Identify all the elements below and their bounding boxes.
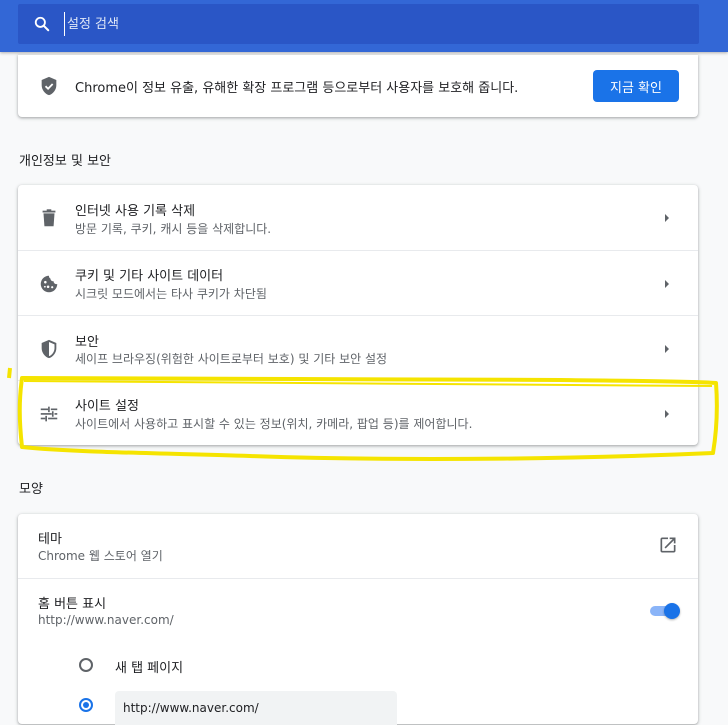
chevron-right-icon [665,345,669,353]
row-title: 보안 [75,335,99,350]
search-box[interactable] [18,4,699,44]
radio-label: 새 탭 페이지 [115,661,184,676]
appearance-card: 테마 Chrome 웹 스토어 열기 홈 버튼 표시 http://www.na… [18,514,698,725]
row-title: 인터넷 사용 기록 삭제 [75,204,196,219]
row-subtitle: 세이프 브라우징(위험한 사이트로부터 보호) 및 기타 보안 설정 [75,352,388,366]
security-row[interactable]: 보안 세이프 브라우징(위험한 사이트로부터 보호) 및 기타 보안 설정 [18,315,698,381]
clear-browsing-data-row[interactable]: 인터넷 사용 기록 삭제 방문 기록, 쿠키, 캐시 등을 삭제합니다. [18,185,698,250]
search-input[interactable] [64,12,667,36]
safety-check-text: Chrome이 정보 유출, 유해한 확장 프로그램 등으로부터 사용자를 보호… [75,81,519,96]
chevron-right-icon [665,214,669,222]
home-url-input[interactable]: http://www.naver.com/ [115,691,397,725]
verified-shield-icon [41,76,57,96]
row-subtitle: 시크릿 모드에서는 타사 쿠키가 차단됨 [75,287,267,301]
privacy-card: 인터넷 사용 기록 삭제 방문 기록, 쿠키, 캐시 등을 삭제합니다. 쿠키 … [18,185,698,445]
row-subtitle: http://www.naver.com/ [38,613,174,627]
settings-toolbar [0,0,728,52]
toggle-knob [664,603,680,619]
cookie-icon [40,275,58,293]
shield-icon [41,339,57,359]
row-title: 테마 [38,532,62,547]
search-icon[interactable] [32,14,52,34]
open-in-new-icon[interactable] [658,535,678,555]
chevron-right-icon [665,410,669,418]
appearance-section-title: 모양 [19,482,43,497]
cookies-row[interactable]: 쿠키 및 기타 사이트 데이터 시크릿 모드에서는 타사 쿠키가 차단됨 [18,250,698,316]
theme-row[interactable]: 테마 Chrome 웹 스토어 열기 [18,514,698,578]
row-title: 쿠키 및 기타 사이트 데이터 [75,269,224,284]
home-button-row: 홈 버튼 표시 http://www.naver.com/ [18,578,698,643]
trash-icon [42,209,56,227]
site-settings-row[interactable]: 사이트 설정 사이트에서 사용하고 표시할 수 있는 정보(위치, 카메라, 팝… [18,380,698,446]
safety-check-card: Chrome이 정보 유출, 유해한 확장 프로그램 등으로부터 사용자를 보호… [18,55,698,117]
chevron-right-icon [665,280,669,288]
check-now-button[interactable]: 지금 확인 [593,70,679,102]
row-subtitle: Chrome 웹 스토어 열기 [38,549,163,563]
row-title: 사이트 설정 [75,399,139,414]
new-tab-page-radio[interactable] [79,658,93,672]
privacy-section-title: 개인정보 및 보안 [19,154,111,169]
home-button-toggle[interactable] [648,603,680,619]
row-subtitle: 사이트에서 사용하고 표시할 수 있는 정보(위치, 카메라, 팝업 등)를 제… [75,417,473,431]
tune-icon [40,406,58,422]
row-subtitle: 방문 기록, 쿠키, 캐시 등을 삭제합니다. [75,222,272,236]
custom-url-radio[interactable] [79,698,93,712]
row-title: 홈 버튼 표시 [38,597,107,612]
